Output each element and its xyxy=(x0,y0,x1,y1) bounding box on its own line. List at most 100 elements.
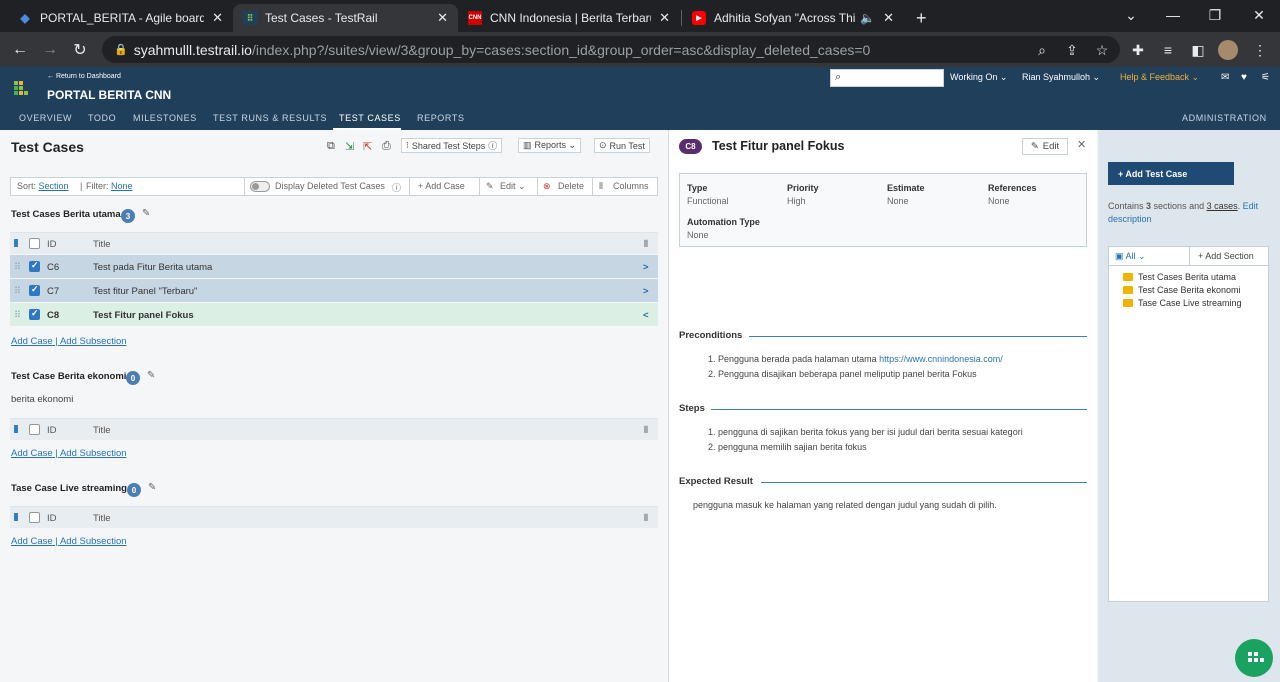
add-subsection-link[interactable]: Add Subsection xyxy=(60,336,127,347)
add-case-link[interactable]: Add Case xyxy=(11,448,53,459)
case-title[interactable]: Test Fitur panel Fokus xyxy=(93,310,194,321)
edit-section-icon[interactable]: ✎ xyxy=(148,482,156,493)
browser-tab-portal[interactable]: ◆ PORTAL_BERITA - Agile board - Ji ✕ xyxy=(8,4,233,32)
case-title[interactable]: Test pada Fitur Berita utama xyxy=(93,262,212,273)
tree-item[interactable]: Test Cases Berita utama xyxy=(1123,272,1236,282)
add-test-case-button[interactable]: + Add Test Case xyxy=(1108,162,1234,185)
share-icon[interactable]: ⇪ xyxy=(1060,38,1084,62)
cnn-link[interactable]: https://www.cnnindonesia.com/ xyxy=(879,354,1003,364)
sidepanel-icon[interactable]: ◧ xyxy=(1186,38,1210,62)
add-case-link[interactable]: Add Case xyxy=(11,336,53,347)
close-icon[interactable]: ✕ xyxy=(659,10,670,26)
expected-text: pengguna masuk ke halaman yang related d… xyxy=(693,500,997,510)
sort-control[interactable]: Sort: Section xyxy=(17,181,69,191)
help-launcher-button[interactable] xyxy=(1235,639,1273,677)
close-icon[interactable]: ✕ xyxy=(1077,138,1086,151)
forward-icon[interactable]: → xyxy=(38,38,62,62)
testrail-logo-icon[interactable] xyxy=(14,81,28,95)
edit-case-button[interactable]: ✎ Edit xyxy=(1022,138,1068,155)
drag-handle-icon[interactable]: ⠿ xyxy=(14,262,21,273)
chevron-right-icon[interactable]: > xyxy=(643,262,649,273)
close-icon[interactable]: ✕ xyxy=(437,10,448,26)
browser-tab-youtube[interactable]: ▶ Adhitia Sofyan "Across This N 🔈 ✕ xyxy=(682,4,904,32)
twitter-icon[interactable]: ♥ xyxy=(1241,72,1247,83)
export-icon[interactable]: ⇱ xyxy=(363,140,372,153)
select-all-checkbox[interactable] xyxy=(29,238,40,249)
media-icon[interactable]: ≡ xyxy=(1156,38,1180,62)
columns-icon[interactable]: ⦀ xyxy=(644,239,648,250)
extensions-icon[interactable]: ✚ xyxy=(1126,38,1150,62)
nav-test-runs[interactable]: TEST RUNS & RESULTS xyxy=(213,113,327,123)
address-bar[interactable]: 🔒 syahmulll.testrail.io /index.php?/suit… xyxy=(102,36,1120,63)
columns-icon[interactable]: ⦀ xyxy=(644,513,648,524)
tree-item[interactable]: Test Case Berita ekonomi xyxy=(1123,285,1241,295)
reload-icon[interactable]: ↻ xyxy=(68,38,92,62)
avatar[interactable] xyxy=(1216,38,1240,62)
nav-administration[interactable]: ADMINISTRATION xyxy=(1182,113,1267,123)
close-icon[interactable]: ✕ xyxy=(212,10,223,26)
help-menu[interactable]: Help & Feedback ⌄ xyxy=(1120,72,1199,83)
search-input[interactable]: ⌕ xyxy=(830,69,944,87)
return-dashboard-link[interactable]: ← Return to Dashboard xyxy=(47,73,121,80)
table-row[interactable]: ⠿ C7 Test fitur Panel "Terbaru" > xyxy=(10,279,658,303)
reports-button[interactable]: ▥ Reports ⌄ xyxy=(518,138,582,153)
back-icon[interactable]: ← xyxy=(8,38,32,62)
nav-reports[interactable]: REPORTS xyxy=(417,113,465,123)
browser-tab-testrail[interactable]: ⠿ Test Cases - TestRail ✕ xyxy=(233,4,458,32)
row-checkbox[interactable] xyxy=(29,284,40,296)
add-subsection-link[interactable]: Add Subsection xyxy=(60,448,127,459)
chevron-right-icon[interactable]: > xyxy=(643,286,649,297)
filter-value[interactable]: None xyxy=(111,181,133,191)
drag-handle-icon[interactable]: ⠿ xyxy=(14,310,21,321)
sort-value[interactable]: Section xyxy=(39,181,69,191)
nav-test-cases[interactable]: TEST CASES xyxy=(339,113,401,123)
zoom-icon[interactable]: ⌕ xyxy=(1030,38,1054,62)
case-title[interactable]: Test fitur Panel "Terbaru" xyxy=(93,286,197,297)
table-row[interactable]: ⠿ C6 Test pada Fitur Berita utama > xyxy=(10,255,658,279)
add-section-button[interactable]: + Add Section xyxy=(1189,247,1270,265)
nav-milestones[interactable]: MILESTONES xyxy=(133,113,197,123)
rss-icon[interactable]: ⚟ xyxy=(1261,72,1270,83)
add-case-link[interactable]: Add Case xyxy=(11,536,53,547)
messages-icon[interactable]: ✉ xyxy=(1221,72,1229,83)
copy-icon[interactable]: ⧉ xyxy=(327,140,335,153)
user-menu[interactable]: Rian Syahmulloh ⌄ xyxy=(1022,72,1100,83)
columns-button[interactable]: Columns xyxy=(613,181,649,191)
display-deleted-toggle[interactable] xyxy=(250,181,270,192)
menu-icon[interactable]: ⋮ xyxy=(1248,38,1272,62)
import-icon[interactable]: ⇲ xyxy=(345,140,354,153)
shared-steps-button[interactable]: ⁝ Shared Test Steps ⓘ xyxy=(401,138,503,153)
new-tab-button[interactable]: + xyxy=(906,4,942,32)
edit-section-icon[interactable]: ✎ xyxy=(147,370,155,381)
filter-control[interactable]: Filter: None xyxy=(86,181,133,191)
row-checkbox[interactable] xyxy=(29,308,40,320)
select-all-checkbox[interactable] xyxy=(29,424,40,435)
working-on-menu[interactable]: Working On ⌄ xyxy=(950,72,1007,83)
close-icon[interactable]: ✕ xyxy=(883,10,894,26)
speaker-icon[interactable]: 🔈 xyxy=(860,11,875,25)
edit-section-icon[interactable]: ✎ xyxy=(142,208,150,219)
browser-tab-cnn[interactable]: CNN CNN Indonesia | Berita Terbaru, T ✕ xyxy=(458,4,680,32)
tree-filter-dropdown[interactable]: ▣ All ⌄ xyxy=(1115,251,1146,262)
automation-label: Automation Type xyxy=(687,217,760,227)
select-all-checkbox[interactable] xyxy=(29,512,40,523)
delete-button[interactable]: Delete xyxy=(558,181,584,191)
star-icon[interactable]: ☆ xyxy=(1090,38,1114,62)
print-icon[interactable]: ⎙ xyxy=(382,140,391,153)
nav-todo[interactable]: TODO xyxy=(88,113,116,123)
row-checkbox[interactable] xyxy=(29,260,40,272)
restore-button[interactable]: ❐ xyxy=(1192,0,1238,30)
edit-button[interactable]: Edit ⌄ xyxy=(500,181,526,192)
close-window-button[interactable]: ✕ xyxy=(1236,0,1280,30)
add-case-button[interactable]: + Add Case xyxy=(418,181,465,191)
add-subsection-link[interactable]: Add Subsection xyxy=(60,536,127,547)
chevron-left-icon[interactable]: < xyxy=(643,310,649,321)
tab-search-icon[interactable]: ⌄ xyxy=(1108,0,1154,30)
nav-overview[interactable]: OVERVIEW xyxy=(19,113,72,123)
minimize-button[interactable]: — xyxy=(1150,0,1196,30)
tree-item[interactable]: Tase Case Live streaming xyxy=(1123,298,1242,308)
table-row[interactable]: ⠿ C8 Test Fitur panel Fokus < xyxy=(10,303,658,327)
drag-handle-icon[interactable]: ⠿ xyxy=(14,286,21,297)
columns-icon[interactable]: ⦀ xyxy=(644,425,648,436)
run-test-button[interactable]: ⊙ Run Test xyxy=(594,138,650,153)
